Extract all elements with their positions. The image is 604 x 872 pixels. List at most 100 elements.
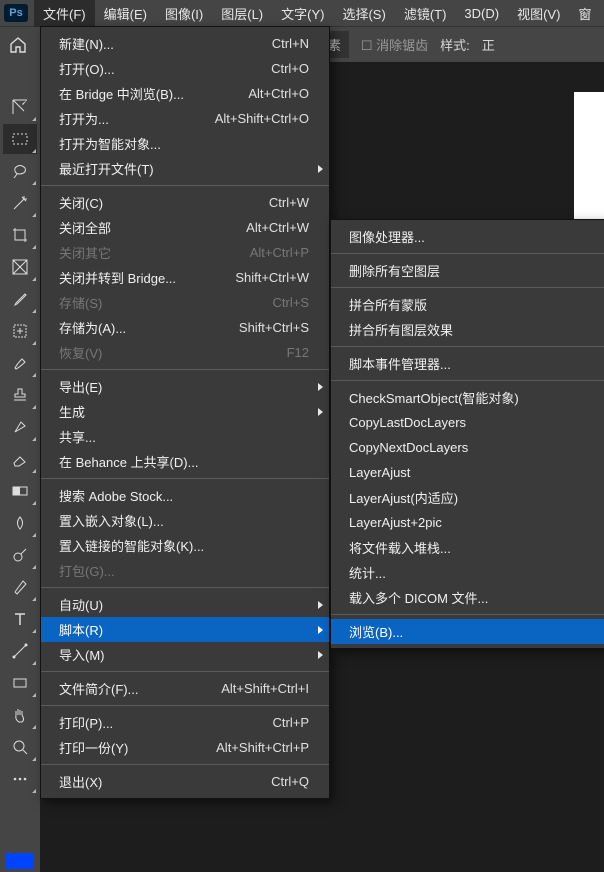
tool-eraser-icon[interactable] <box>3 444 37 474</box>
scripts-menu-item-4[interactable]: 拼合所有蒙版 <box>331 292 604 317</box>
file-menu-item-4[interactable]: 打开为智能对象... <box>41 131 329 156</box>
tool-strip <box>0 62 40 872</box>
file-menu-item-27[interactable]: 导入(M) <box>41 642 329 667</box>
tool-zoom-icon[interactable] <box>3 732 37 762</box>
menu-滤镜(T)[interactable]: 滤镜(T) <box>395 0 456 27</box>
swatch-area <box>0 850 40 872</box>
file-menu-item-18[interactable]: 在 Behance 上共享(D)... <box>41 449 329 474</box>
file-menu-item-shortcut: Ctrl+Q <box>271 774 309 789</box>
file-menu-item-label: 脚本(R) <box>59 620 103 639</box>
menu-编辑(E)[interactable]: 编辑(E) <box>95 0 156 27</box>
file-menu-item-8[interactable]: 关闭全部Alt+Ctrl+W <box>41 215 329 240</box>
file-menu: 新建(N)...Ctrl+N 打开(O)... Ctrl+O 在 Bridge 中浏览… <box>40 26 330 799</box>
tool-eyedrop-icon[interactable] <box>3 284 37 314</box>
file-menu-item-3[interactable]: 打开为...Alt+Shift+Ctrl+O <box>41 106 329 131</box>
file-menu-item-26[interactable]: 脚本(R) <box>41 617 329 642</box>
tool-lasso-icon[interactable] <box>3 156 37 186</box>
scripts-menu-item-2[interactable]: 删除所有空图层 <box>331 258 604 283</box>
menu-选择(S)[interactable]: 选择(S) <box>333 0 394 27</box>
file-menu-item-label: 打开(O)... <box>59 59 115 78</box>
menu-3D(D)[interactable]: 3D(D) <box>455 2 508 25</box>
home-icon[interactable] <box>4 31 32 59</box>
menu-视图(V)[interactable]: 视图(V) <box>508 0 569 27</box>
menu-文件(F)[interactable]: 文件(F) <box>34 0 95 27</box>
scripts-menu-item-7[interactable]: 脚本事件管理器... <box>331 351 604 376</box>
antialias-checkbox[interactable]: ☐ 消除锯齿 <box>361 35 428 54</box>
file-menu-item-31[interactable]: 打印(P)...Ctrl+P <box>41 710 329 735</box>
tool-blur-icon[interactable] <box>3 508 37 538</box>
scripts-menu-item-label: 删除所有空图层 <box>349 261 440 280</box>
file-menu-item-shortcut: Ctrl+O <box>271 61 309 76</box>
file-menu-item-21[interactable]: 置入嵌入对象(L)... <box>41 508 329 533</box>
file-menu-item-label: 打开为智能对象... <box>59 134 161 153</box>
file-menu-separator <box>41 369 329 370</box>
file-menu-item-label: 打印(P)... <box>59 713 113 732</box>
file-menu-item-34[interactable]: 退出(X)Ctrl+Q <box>41 769 329 794</box>
file-menu-item-15[interactable]: 导出(E) <box>41 374 329 399</box>
tool-stamp-icon[interactable] <box>3 380 37 410</box>
tool-wand-icon[interactable] <box>3 188 37 218</box>
file-menu-item-11: 存储(S)Ctrl+S <box>41 290 329 315</box>
scripts-menu-item-label: 拼合所有蒙版 <box>349 295 427 314</box>
tool-heal-icon[interactable] <box>3 316 37 346</box>
scripts-menu-item-14[interactable]: LayerAjust+2pic <box>331 510 604 535</box>
file-menu-item-2[interactable]: 在 Bridge 中浏览(B)...Alt+Ctrl+O <box>41 81 329 106</box>
file-menu-item-7[interactable]: 关闭(C)Ctrl+W <box>41 190 329 215</box>
file-menu-separator <box>41 764 329 765</box>
menu-窗[interactable]: 窗 <box>569 0 600 27</box>
menu-文字(Y)[interactable]: 文字(Y) <box>272 0 333 27</box>
file-menu-item-1[interactable]: 打开(O)... Ctrl+O <box>41 56 329 81</box>
scripts-menu-item-16[interactable]: 统计... <box>331 560 604 585</box>
style-value[interactable]: 正 <box>482 35 495 54</box>
tool-frame-icon[interactable] <box>3 252 37 282</box>
file-menu-item-32[interactable]: 打印一份(Y)Alt+Shift+Ctrl+P <box>41 735 329 760</box>
file-menu-item-0[interactable]: 新建(N)...Ctrl+N <box>41 31 329 56</box>
scripts-menu-item-9[interactable]: CheckSmartObject(智能对象) <box>331 385 604 410</box>
file-menu-item-5[interactable]: 最近打开文件(T) <box>41 156 329 181</box>
file-menu-separator <box>41 587 329 588</box>
file-menu-item-12[interactable]: 存储为(A)...Shift+Ctrl+S <box>41 315 329 340</box>
file-menu-item-25[interactable]: 自动(U) <box>41 592 329 617</box>
tool-hand-icon[interactable] <box>3 700 37 730</box>
file-menu-separator <box>41 705 329 706</box>
file-menu-item-label: 打印一份(Y) <box>59 738 128 757</box>
tool-more-icon[interactable] <box>3 764 37 794</box>
scripts-menu-item-19[interactable]: 浏览(B)... <box>331 619 604 644</box>
tool-crop-icon[interactable] <box>3 220 37 250</box>
menu-图像(I)[interactable]: 图像(I) <box>156 0 212 27</box>
tool-pen-icon[interactable] <box>3 572 37 602</box>
scripts-menu-item-0[interactable]: 图像处理器... <box>331 224 604 249</box>
tool-gradient-icon[interactable] <box>3 476 37 506</box>
tool-type-icon[interactable] <box>3 604 37 634</box>
file-menu-item-label: 置入嵌入对象(L)... <box>59 511 164 530</box>
file-menu-item-10[interactable]: 关闭并转到 Bridge...Shift+Ctrl+W <box>41 265 329 290</box>
foreground-color[interactable] <box>6 853 34 869</box>
scripts-menu-item-15[interactable]: 将文件载入堆栈... <box>331 535 604 560</box>
file-menu-item-17[interactable]: 共享... <box>41 424 329 449</box>
file-menu-item-16[interactable]: 生成 <box>41 399 329 424</box>
file-menu-item-label: 文件简介(F)... <box>59 679 138 698</box>
file-menu-item-22[interactable]: 置入链接的智能对象(K)... <box>41 533 329 558</box>
tool-marquee-icon[interactable] <box>3 124 37 154</box>
tool-dodge-icon[interactable] <box>3 540 37 570</box>
tool-rect-icon[interactable] <box>3 668 37 698</box>
scripts-menu-item-10[interactable]: CopyLastDocLayers <box>331 410 604 435</box>
tool-move-icon[interactable] <box>3 92 37 122</box>
file-menu-item-label: 新建(N)... <box>59 34 114 53</box>
tool-path-icon[interactable] <box>3 636 37 666</box>
file-menu-item-label: 在 Bridge 中浏览(B)... <box>59 84 184 103</box>
file-menu-item-9: 关闭其它Alt+Ctrl+P <box>41 240 329 265</box>
scripts-menu-separator <box>331 346 604 347</box>
tool-history-icon[interactable] <box>3 412 37 442</box>
scripts-menu-item-17[interactable]: 载入多个 DICOM 文件... <box>331 585 604 610</box>
scripts-menu-item-5[interactable]: 拼合所有图层效果 <box>331 317 604 342</box>
scripts-menu-item-13[interactable]: LayerAjust(内适应) <box>331 485 604 510</box>
scripts-menu-item-11[interactable]: CopyNextDocLayers <box>331 435 604 460</box>
menu-图层(L)[interactable]: 图层(L) <box>212 0 272 27</box>
file-menu-item-label: 关闭(C) <box>59 193 103 212</box>
file-menu-item-20[interactable]: 搜索 Adobe Stock... <box>41 483 329 508</box>
scripts-menu-item-12[interactable]: LayerAjust <box>331 460 604 485</box>
file-menu-item-29[interactable]: 文件简介(F)...Alt+Shift+Ctrl+I <box>41 676 329 701</box>
tool-brush-icon[interactable] <box>3 348 37 378</box>
scripts-menu-item-label: 图像处理器... <box>349 227 425 246</box>
